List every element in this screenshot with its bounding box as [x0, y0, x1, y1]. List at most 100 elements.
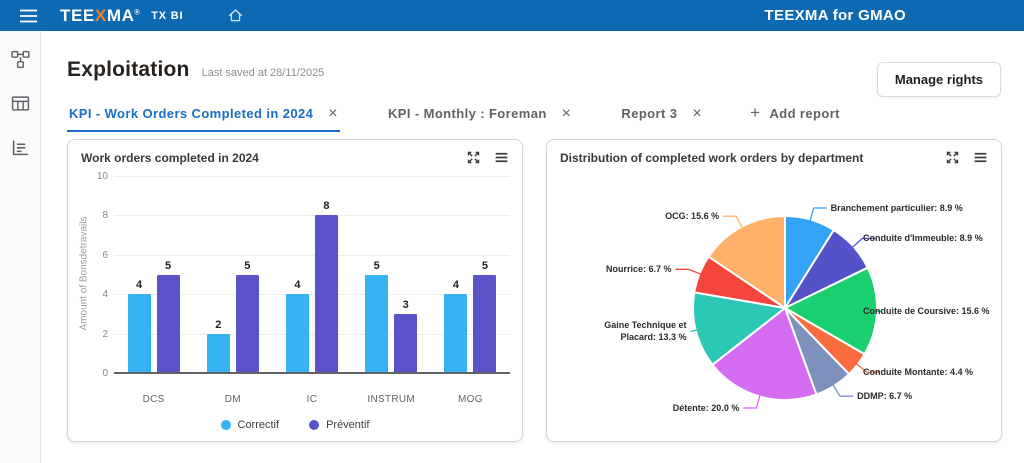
y-tick-label: 6: [82, 250, 108, 261]
y-tick-label: 0: [82, 368, 108, 379]
page-title: Exploitation: [67, 58, 190, 82]
expand-icon[interactable]: [945, 150, 960, 165]
bar-value-label: 5: [482, 260, 488, 272]
add-report-button[interactable]: + Add report: [750, 103, 840, 132]
pie-label: DDMP: 6.7 %: [857, 390, 912, 402]
bar-column: 4: [444, 279, 467, 373]
bar-correctif[interactable]: [365, 275, 388, 374]
bar-correctif[interactable]: [444, 294, 467, 373]
app-title: TEEXMA for GMAO: [765, 7, 906, 24]
bar-value-label: 2: [215, 319, 221, 331]
bar-column: 5: [157, 260, 180, 374]
tab-kpi-monthly-foreman[interactable]: KPI - Monthly : Foreman ×: [386, 106, 573, 132]
main-content: Exploitation Last saved at 28/11/2025 Ma…: [41, 31, 1024, 463]
pie-label: Nourrice: 6.7 %: [606, 263, 672, 275]
bar-préventif[interactable]: [394, 314, 417, 373]
legend-label: Correctif: [238, 419, 280, 431]
home-icon[interactable]: [227, 7, 244, 24]
last-saved-text: Last saved at 28/11/2025: [202, 67, 325, 79]
x-tick-label: MOG: [431, 394, 510, 405]
chart-title: Distribution of completed work orders by…: [560, 151, 945, 165]
pie-label: Branchement particulier: 8.9 %: [831, 202, 963, 214]
bar-group: 45: [431, 176, 510, 373]
legend-item[interactable]: Correctif: [221, 419, 280, 431]
chart-menu-icon[interactable]: [973, 150, 988, 165]
bar-préventif[interactable]: [157, 275, 180, 374]
pie-leader-line: [723, 216, 743, 228]
bar-préventif[interactable]: [473, 275, 496, 374]
plus-icon: +: [750, 103, 760, 123]
bar-chart-card: Work orders completed in 2024: [67, 139, 523, 442]
share-nodes-icon[interactable]: [11, 50, 30, 69]
x-tick-label: DM: [193, 394, 272, 405]
y-tick-label: 2: [82, 329, 108, 340]
bar-préventif[interactable]: [236, 275, 259, 374]
legend-label: Préventif: [326, 419, 369, 431]
menu-icon[interactable]: [20, 9, 37, 23]
bar-value-label: 3: [403, 299, 409, 311]
chart-legend: Correctif Préventif: [68, 419, 522, 431]
close-icon[interactable]: ×: [692, 108, 702, 120]
bar-value-label: 4: [294, 279, 300, 291]
bar-group: 53: [352, 176, 431, 373]
y-tick-label: 4: [82, 289, 108, 300]
bar-group: 45: [114, 176, 193, 373]
bar-chart-icon[interactable]: [11, 138, 30, 157]
pie-chart: Branchement particulier: 8.9 % Conduite d…: [547, 168, 1001, 441]
tab-kpi-work-orders-2024[interactable]: KPI - Work Orders Completed in 2024 ×: [67, 106, 340, 132]
pie-label: Conduite de Coursive: 15.6 %: [863, 305, 990, 317]
close-icon[interactable]: ×: [328, 108, 338, 120]
top-bar: TEEXMA® TX BI TEEXMA for GMAO: [0, 0, 1024, 31]
bar-group: 25: [193, 176, 272, 373]
bar-plot: 02468104525485345: [114, 176, 510, 373]
bar-value-label: 4: [136, 279, 142, 291]
expand-icon[interactable]: [466, 150, 481, 165]
table-icon[interactable]: [11, 94, 30, 113]
tab-report-3[interactable]: Report 3 ×: [619, 106, 704, 132]
pie-chart-card: Distribution of completed work orders by…: [546, 139, 1002, 442]
y-tick-label: 8: [82, 210, 108, 221]
bar-value-label: 4: [453, 279, 459, 291]
bar-column: 4: [286, 279, 309, 373]
left-sidebar: [0, 31, 41, 463]
chart-title: Work orders completed in 2024: [81, 151, 466, 165]
bar-column: 3: [394, 299, 417, 373]
bar-group: 48: [272, 176, 351, 373]
y-tick-label: 10: [82, 171, 108, 182]
bar-correctif[interactable]: [128, 294, 151, 373]
bar-column: 5: [473, 260, 496, 374]
pie-label: Conduite d'Immeuble: 8.9 %: [863, 232, 983, 244]
legend-dot: [309, 420, 319, 430]
manage-rights-button[interactable]: Manage rights: [877, 62, 1001, 97]
bar-correctif[interactable]: [207, 334, 230, 373]
report-tabs: KPI - Work Orders Completed in 2024 × KP…: [67, 103, 1024, 132]
bar-value-label: 8: [323, 200, 329, 212]
teexma-logo: TEEXMA®: [60, 6, 140, 26]
bar-value-label: 5: [374, 260, 380, 272]
bar-value-label: 5: [244, 260, 250, 272]
x-tick-label: IC: [272, 394, 351, 405]
bar-column: 8: [315, 200, 338, 373]
bar-column: 5: [365, 260, 388, 374]
module-label: TX BI: [151, 10, 183, 22]
pie-leader-line: [676, 269, 702, 274]
bar-préventif[interactable]: [315, 215, 338, 373]
bar-column: 4: [128, 279, 151, 373]
chart-menu-icon[interactable]: [494, 150, 509, 165]
pie-leader-line: [833, 385, 853, 397]
bar-column: 5: [236, 260, 259, 374]
pie-label: OCG: 15.6 %: [665, 210, 719, 222]
x-tick-label: DCS: [114, 394, 193, 405]
bar-column: 2: [207, 319, 230, 373]
close-icon[interactable]: ×: [562, 108, 572, 120]
bar-correctif[interactable]: [286, 294, 309, 373]
dashboard-cards: Work orders completed in 2024: [67, 139, 1024, 442]
x-axis-categories: DCSDMICINSTRUMMOG: [114, 394, 510, 408]
x-tick-label: INSTRUM: [352, 394, 431, 405]
pie-label: Conduite Montante: 4.4 %: [863, 366, 973, 378]
bar-chart: Amount of Bonsdetravails 024681045254853…: [68, 170, 522, 441]
pie-label: Détente: 20.0 %: [673, 402, 740, 414]
pie-label: Gaine Technique et Placard: 13.3 %: [587, 319, 687, 343]
legend-dot: [221, 420, 231, 430]
legend-item[interactable]: Préventif: [309, 419, 369, 431]
